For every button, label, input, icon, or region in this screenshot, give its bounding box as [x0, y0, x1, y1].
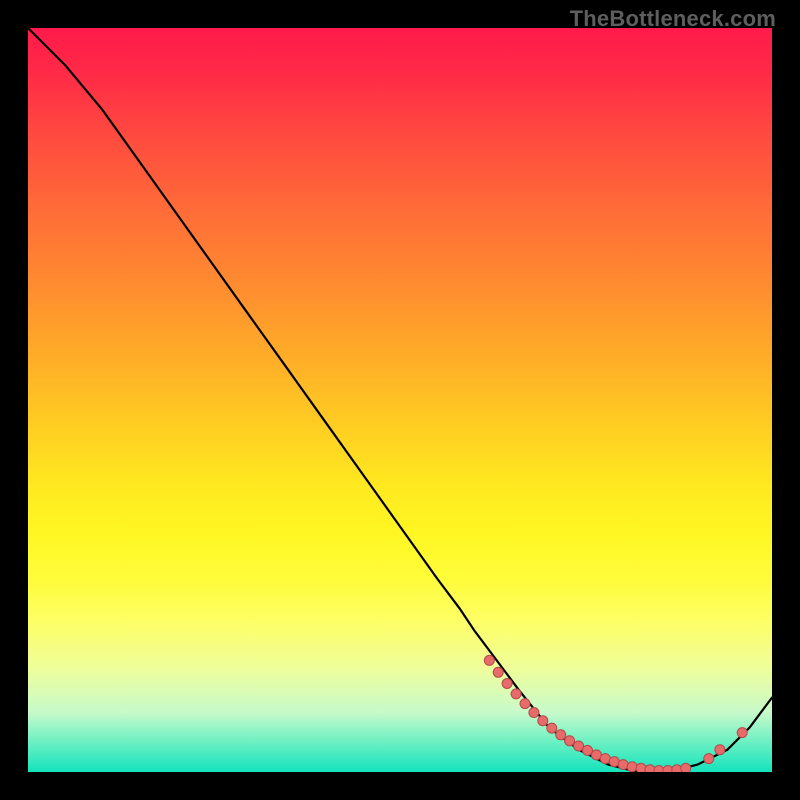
data-point [627, 762, 637, 772]
data-point [556, 730, 566, 740]
data-point [529, 708, 539, 718]
data-point [538, 716, 548, 726]
data-point [663, 766, 673, 773]
data-point [681, 763, 691, 772]
data-point [502, 679, 512, 689]
data-point [520, 699, 530, 709]
data-point [618, 760, 628, 770]
data-point [484, 655, 494, 665]
data-point [704, 754, 714, 764]
data-point [715, 745, 725, 755]
data-point [737, 728, 747, 738]
data-point [565, 736, 575, 746]
plot-area [28, 28, 772, 772]
data-point [547, 723, 557, 733]
chart-frame: TheBottleneck.com [0, 0, 800, 800]
data-point [511, 689, 521, 699]
data-point [600, 754, 610, 764]
data-point [493, 667, 503, 677]
marker-dots [484, 655, 747, 772]
bottleneck-curve [28, 28, 772, 772]
curve-layer [28, 28, 772, 772]
